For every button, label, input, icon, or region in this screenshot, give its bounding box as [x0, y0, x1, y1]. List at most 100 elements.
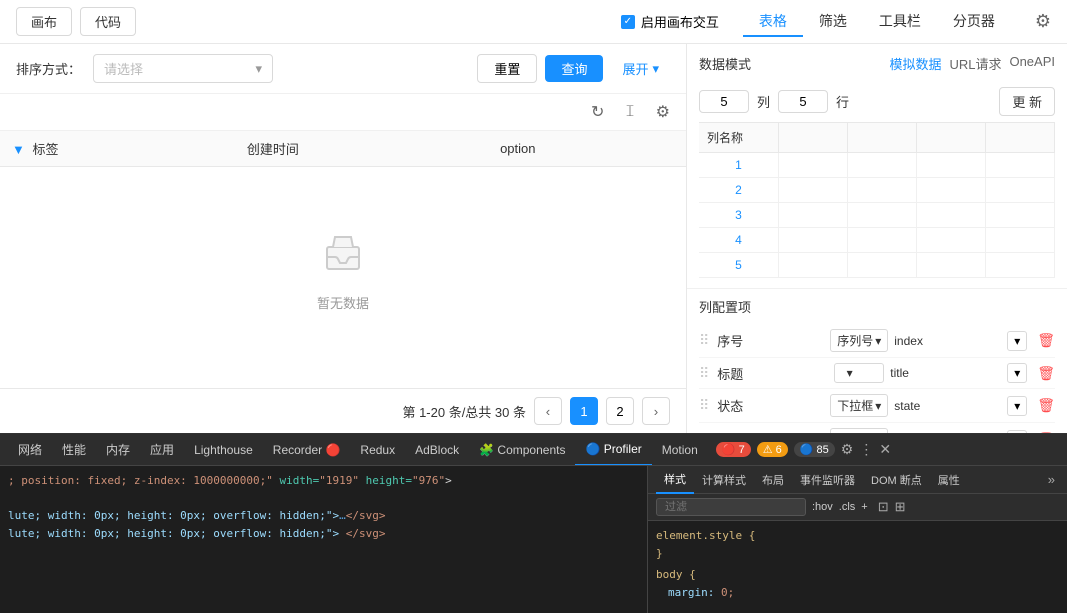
- style-element-close: }: [656, 545, 1059, 563]
- col-type-select[interactable]: ▾: [834, 363, 884, 383]
- col-value-select[interactable]: ▾: [1007, 331, 1027, 351]
- warn-badge: ⚠ 6: [757, 442, 788, 457]
- query-button[interactable]: 查询: [545, 55, 603, 82]
- col-grid-h3: [848, 123, 917, 153]
- right-panel: 数据模式 模拟数据 URL请求 OneAPI 列 行 更 新 列名称: [687, 44, 1067, 433]
- mode-mock[interactable]: 模拟数据: [889, 54, 941, 73]
- update-btn[interactable]: 更 新: [999, 87, 1055, 116]
- next-page-btn[interactable]: ›: [642, 397, 670, 425]
- col-type-select[interactable]: 下拉框▾: [830, 394, 888, 417]
- devtools-tab-app[interactable]: 应用: [140, 434, 184, 466]
- col-num-2: 2: [699, 178, 779, 203]
- data-mode-options: 模拟数据 URL请求 OneAPI: [889, 54, 1055, 73]
- devtools-right-tab-props[interactable]: 属性: [930, 466, 968, 494]
- filter-cls[interactable]: .cls: [839, 501, 856, 513]
- error-badge: 🔴 7: [716, 442, 751, 457]
- devtools-tab-lighthouse[interactable]: Lighthouse: [184, 434, 263, 466]
- prev-page-btn[interactable]: ‹: [534, 397, 562, 425]
- page-2-btn[interactable]: 2: [606, 397, 634, 425]
- drag-handle-icon[interactable]: ⠿: [699, 397, 709, 414]
- close-devtools-icon[interactable]: ✕: [879, 441, 891, 458]
- filter-hov[interactable]: :hov: [812, 501, 833, 513]
- col-cell-5-4: [917, 253, 986, 278]
- pagination: 第 1-20 条/总共 30 条 ‹ 1 2 ›: [0, 388, 686, 433]
- devtools-right-tab-dombreakpoints[interactable]: DOM 断点: [863, 466, 930, 494]
- col-value-select[interactable]: ▾: [1007, 363, 1027, 383]
- col-value-select[interactable]: ▾: [1007, 396, 1027, 416]
- expand-button[interactable]: 展开 ▾: [611, 54, 670, 83]
- settings-icon[interactable]: ⚙: [1035, 11, 1051, 32]
- code-line-1: ; position: fixed; z-index: 1000000000;"…: [8, 472, 639, 490]
- delete-col-icon[interactable]: 🗑: [1037, 365, 1055, 382]
- col-config-name: 状态: [717, 396, 824, 415]
- col-cell-2-5: [986, 178, 1055, 203]
- canvas-checkbox[interactable]: [621, 15, 635, 29]
- devtools-right-tab-computed[interactable]: 计算样式: [694, 466, 754, 494]
- devtools-tab-components[interactable]: 🧩 Components: [469, 434, 575, 466]
- delete-col-icon[interactable]: 🗑: [1037, 332, 1055, 349]
- inbox-icon: [319, 227, 367, 285]
- refresh-icon[interactable]: ↻: [587, 100, 608, 124]
- cols-rows: 列 行 更 新: [699, 81, 1055, 122]
- cols-label: 列: [757, 92, 770, 111]
- devtools-tab-recorder[interactable]: Recorder 🔴: [263, 434, 351, 466]
- nav-tab-toolbar[interactable]: 工具栏: [863, 7, 937, 37]
- mode-url[interactable]: URL请求: [949, 54, 1001, 73]
- devtools-settings-icon[interactable]: ⚙: [841, 441, 854, 458]
- devtools-more-icon[interactable]: ⋮: [859, 441, 873, 458]
- devtools-right-tab-layout[interactable]: 布局: [754, 466, 792, 494]
- top-toolbar: 画布 代码 启用画布交互 表格 筛选 工具栏 分页器 ⚙: [0, 0, 1067, 44]
- style-content: element.style { } body { margin: 0;: [648, 521, 1067, 607]
- chevron-down-icon: ▾: [847, 366, 853, 380]
- col-cell-3-3: [848, 203, 917, 228]
- mode-oneapi[interactable]: OneAPI: [1009, 54, 1055, 73]
- rows-label: 行: [836, 92, 849, 111]
- sort-select[interactable]: 请选择 ▾: [93, 54, 273, 83]
- col-cell-2-4: [917, 178, 986, 203]
- nav-tab-table[interactable]: 表格: [743, 7, 803, 37]
- devtools-right-tab-events[interactable]: 事件监听器: [792, 466, 863, 494]
- devtools-tab-perf[interactable]: 性能: [52, 434, 96, 466]
- col-config-value: state: [894, 399, 1001, 413]
- drag-handle-icon[interactable]: ⠿: [699, 365, 709, 382]
- delete-col-icon[interactable]: 🗑: [1037, 397, 1055, 414]
- col-num-5: 5: [699, 253, 779, 278]
- col-config-name: 序号: [717, 331, 824, 350]
- cols-input[interactable]: [699, 90, 749, 113]
- filter-plus[interactable]: +: [861, 501, 867, 513]
- col-cell-1-4: [917, 153, 986, 178]
- devtools-tab-motion[interactable]: Motion: [652, 434, 708, 466]
- tab-code-btn[interactable]: 代码: [80, 7, 136, 36]
- edit-icon[interactable]: 𝙸: [620, 101, 639, 123]
- settings-gear-icon[interactable]: ⚙: [652, 100, 674, 124]
- col-type-select[interactable]: 序列号▾: [830, 329, 888, 352]
- data-mode-header: 数据模式 模拟数据 URL请求 OneAPI: [699, 54, 1055, 73]
- col-cell-4-2: [779, 228, 848, 253]
- filter-actions: 重置 查询 展开 ▾: [477, 54, 670, 83]
- expand-filter-icon[interactable]: ⊡: [878, 499, 889, 515]
- nav-tab-filter[interactable]: 筛选: [803, 7, 863, 37]
- expand-styles-icon[interactable]: »: [1048, 472, 1055, 487]
- chevron-down-icon: ▾: [875, 399, 881, 413]
- devtools-tab-network[interactable]: 网络: [8, 434, 52, 466]
- devtools-tab-mem[interactable]: 内存: [96, 434, 140, 466]
- devtools-code-panel: ; position: fixed; z-index: 1000000000;"…: [0, 466, 647, 613]
- tab-canvas-btn[interactable]: 画布: [16, 7, 72, 36]
- styles-filter-input[interactable]: [656, 498, 806, 516]
- filter-icon[interactable]: ▼: [12, 142, 25, 157]
- chevron-down-icon: ▾: [255, 61, 262, 77]
- drag-handle-icon[interactable]: ⠿: [699, 332, 709, 349]
- col-option-label: option: [500, 141, 535, 156]
- nav-tabs: 表格 筛选 工具栏 分页器: [743, 7, 1011, 37]
- devtools-tab-redux[interactable]: Redux: [350, 434, 405, 466]
- devtools-tab-profiler[interactable]: 🔵 Profiler: [575, 434, 651, 466]
- rows-input[interactable]: [778, 90, 828, 113]
- sort-select-placeholder: 请选择: [104, 59, 143, 78]
- nav-tab-pager[interactable]: 分页器: [937, 7, 1011, 37]
- devtools-tab-adblock[interactable]: AdBlock: [405, 434, 469, 466]
- undock-icon[interactable]: ⊞: [895, 499, 906, 515]
- page-1-btn[interactable]: 1: [570, 397, 598, 425]
- devtools-right-tab-styles[interactable]: 样式: [656, 466, 694, 494]
- devtools-right-tabs: 样式 计算样式 布局 事件监听器 DOM 断点 属性 »: [648, 466, 1067, 494]
- reset-button[interactable]: 重置: [477, 54, 537, 83]
